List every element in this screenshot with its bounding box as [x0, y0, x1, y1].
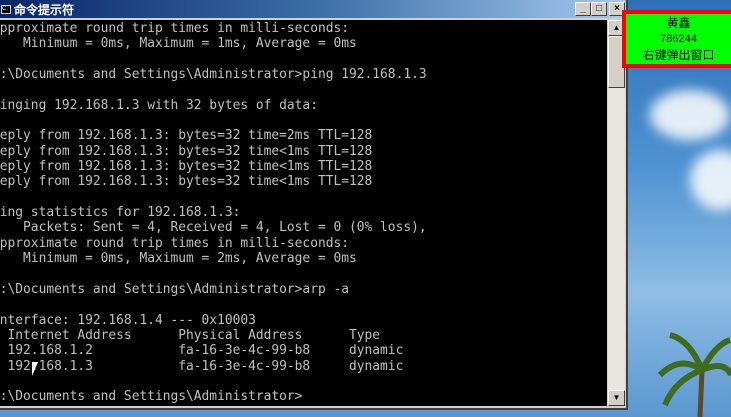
- console-line: Ping statistics for 192.168.1.3:: [0, 205, 241, 221]
- palm-tree-image: [657, 332, 731, 417]
- console-line: Reply from 192.168.1.3: bytes=32 time<1m…: [0, 174, 373, 190]
- console-line: Minimum = 0ms, Maximum = 1ms, Average = …: [0, 36, 357, 52]
- maximize-button[interactable]: □: [591, 2, 607, 16]
- console-line: 192.168.1.2 fa-16-3e-4c-99-b8 dynamic: [0, 343, 404, 359]
- title-bar[interactable]: C: 命令提示符 _ □ ×: [0, 0, 626, 18]
- console-line: Reply from 192.168.1.3: bytes=32 time<1m…: [0, 143, 373, 159]
- minimize-button[interactable]: _: [575, 2, 591, 16]
- console-line: Approximate round trip times in milli-se…: [0, 21, 349, 36]
- vertical-scrollbar[interactable]: ▲ ▼: [608, 20, 625, 406]
- scroll-down-arrow-icon[interactable]: ▼: [608, 390, 625, 406]
- window-title: 命令提示符: [14, 2, 75, 17]
- console-line: Interface: 192.168.1.4 --- 0x10003: [0, 312, 256, 328]
- floating-popup[interactable]: 黄鑫 786244 右键弹出窗口: [622, 10, 731, 68]
- console-line: Pinging 192.168.1.3 with 32 bytes of dat…: [0, 97, 318, 113]
- console-line: Reply from 192.168.1.3: bytes=32 time=2m…: [0, 128, 373, 144]
- command-prompt-window: C: 命令提示符 _ □ × Approximate round trip ti…: [0, 0, 628, 410]
- console-line: Packets: Sent = 4, Received = 4, Lost = …: [0, 220, 427, 236]
- cmd-icon: C:: [1, 4, 11, 14]
- console-line: C:\Documents and Settings\Administrator>…: [0, 67, 427, 83]
- console-line: 192.168.1.3 fa-16-3e-4c-99-b8 dynamic: [0, 358, 404, 374]
- console-line: Reply from 192.168.1.3: bytes=32 time<1m…: [0, 159, 373, 175]
- desktop-cloud: [690, 150, 731, 210]
- desktop-cloud: [650, 90, 730, 140]
- popup-name: 黄鑫: [666, 16, 691, 30]
- console-line: C:\Documents and Settings\Administrator>: [0, 389, 303, 405]
- console-line: Approximate round trip times in milli-se…: [0, 235, 349, 251]
- mouse-cursor-icon: [32, 362, 38, 376]
- console-line: C:\Documents and Settings\Administrator>…: [0, 281, 349, 297]
- popup-hint: 右键弹出窗口: [642, 48, 715, 62]
- console-output[interactable]: Approximate round trip times in milli-se…: [0, 20, 607, 406]
- console-line: Minimum = 0ms, Maximum = 2ms, Average = …: [0, 251, 357, 267]
- popup-number: 786244: [660, 33, 697, 45]
- console-line: Internet Address Physical Address Type: [0, 327, 381, 343]
